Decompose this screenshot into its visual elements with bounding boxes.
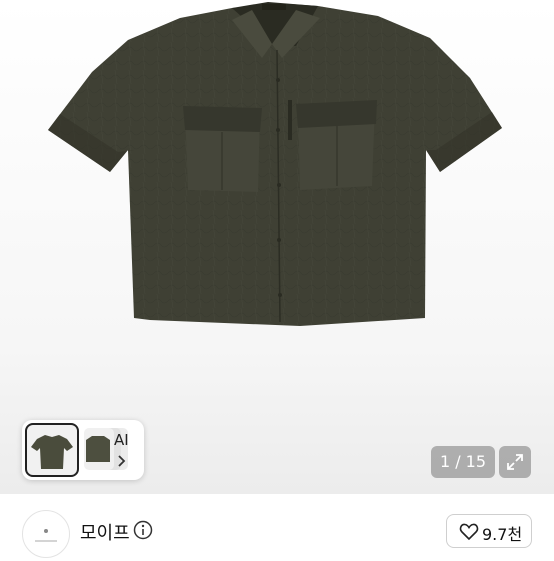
thumbnail-selected[interactable] [25, 423, 79, 477]
seller-name[interactable]: 모이프 [80, 519, 130, 545]
like-button[interactable]: 9.7천 [446, 514, 532, 548]
ai-label[interactable]: AI [114, 431, 129, 449]
expand-button[interactable] [499, 446, 531, 478]
product-gallery[interactable]: AI 1 / 15 [0, 0, 554, 494]
image-thumbnail-strip[interactable] [22, 420, 144, 480]
like-count: 9.7천 [482, 525, 523, 544]
info-circle-icon[interactable] [133, 520, 153, 540]
page-counter: 1 / 15 [431, 446, 495, 478]
seller-row[interactable]: 모이프 9.7천 [0, 494, 554, 558]
seller-avatar[interactable] [22, 510, 70, 558]
chevron-right-icon[interactable] [117, 454, 127, 468]
heart-outline-icon [459, 523, 479, 541]
expand-arrows-icon [507, 454, 523, 470]
